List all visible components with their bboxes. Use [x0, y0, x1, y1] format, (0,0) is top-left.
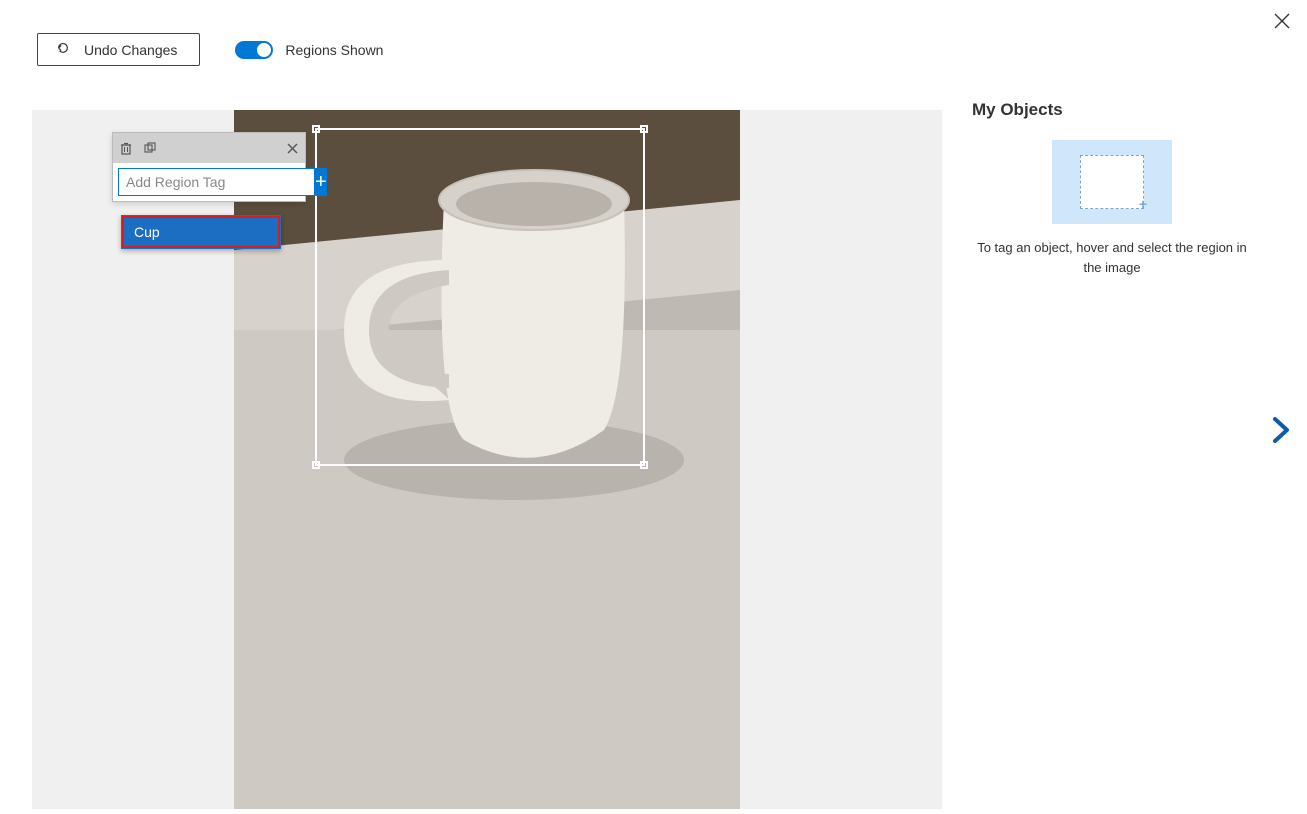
regions-toggle-wrap: Regions Shown [235, 41, 383, 59]
object-placeholder-tile[interactable] [1052, 140, 1172, 224]
add-tag-button[interactable]: + [315, 168, 327, 196]
tag-popup: + [112, 132, 306, 202]
resize-handle-bl[interactable] [312, 461, 320, 469]
resize-handle-br[interactable] [640, 461, 648, 469]
delete-icon[interactable] [119, 141, 133, 155]
add-object-icon [1080, 155, 1144, 209]
region-selection[interactable] [315, 128, 645, 466]
close-button[interactable] [1273, 12, 1291, 35]
regions-toggle[interactable] [235, 41, 273, 59]
panel-title: My Objects [972, 100, 1063, 120]
image-holder[interactable] [234, 110, 740, 809]
regions-toggle-label: Regions Shown [285, 42, 383, 58]
undo-icon [56, 41, 70, 58]
tag-input[interactable] [118, 168, 315, 196]
panel-hint: To tag an object, hover and select the r… [972, 238, 1252, 277]
undo-button[interactable]: Undo Changes [37, 33, 200, 66]
plus-icon: + [315, 171, 327, 194]
resize-handle-tl[interactable] [312, 125, 320, 133]
right-panel: My Objects To tag an object, hover and s… [972, 100, 1252, 277]
popup-close-icon[interactable] [286, 142, 299, 155]
next-arrow[interactable] [1269, 415, 1293, 450]
tag-input-row: + [113, 163, 305, 201]
tag-popup-header [113, 133, 305, 163]
layers-icon[interactable] [143, 141, 157, 155]
tag-suggestion-cup[interactable]: Cup [122, 216, 280, 248]
undo-label: Undo Changes [84, 42, 177, 58]
top-toolbar: Undo Changes Regions Shown [37, 33, 383, 66]
resize-handle-tr[interactable] [640, 125, 648, 133]
tag-suggestions-dropdown: Cup [121, 215, 281, 249]
